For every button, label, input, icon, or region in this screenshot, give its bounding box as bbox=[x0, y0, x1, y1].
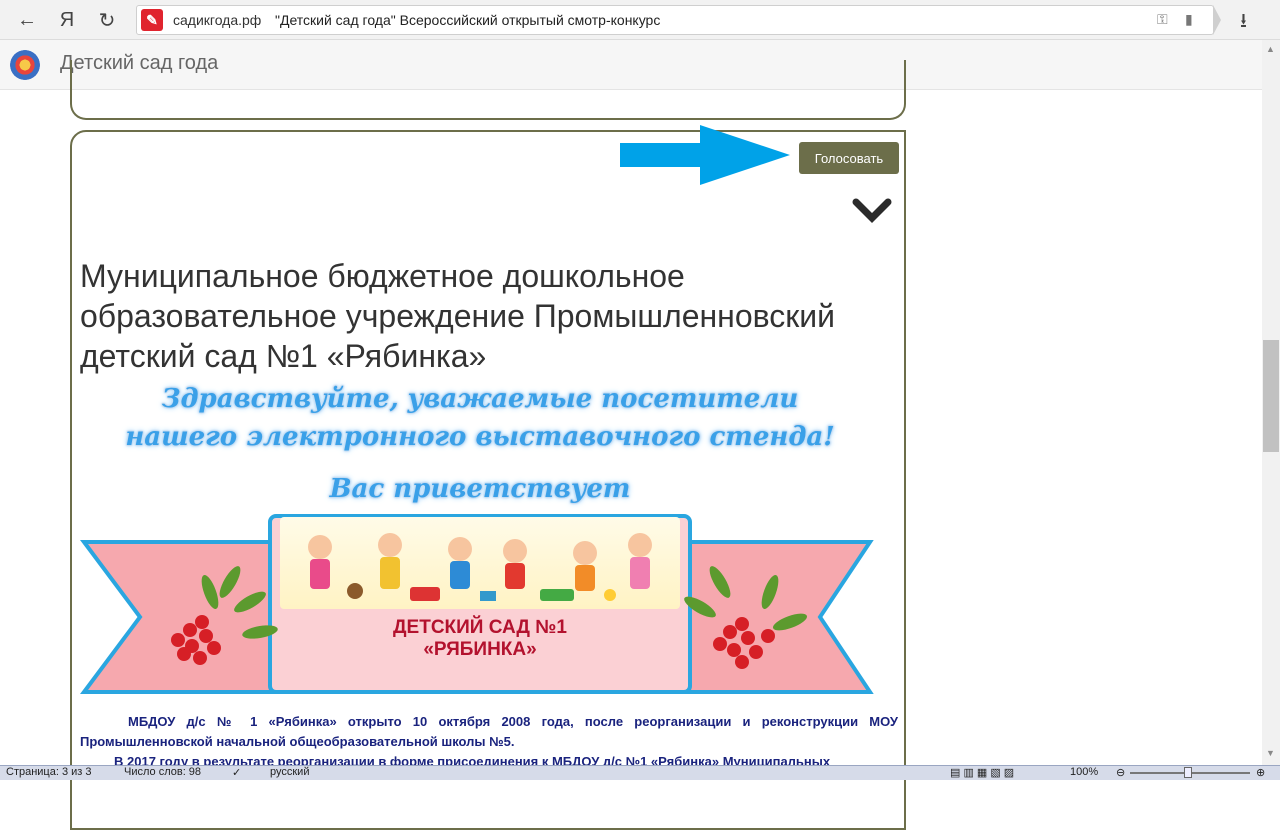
view-mode-icons[interactable]: ▤ ▥ ▦ ▧ ▨ bbox=[950, 766, 1014, 779]
download-icon[interactable]: ⭳ bbox=[1240, 6, 1247, 40]
key-icon[interactable]: ⚿ bbox=[1157, 11, 1168, 28]
ribbon-caption: ДЕТСКИЙ САД №1 «РЯБИНКА» bbox=[270, 617, 690, 661]
children-illustration bbox=[280, 517, 680, 609]
organization-title: Муниципальное бюджетное дошкольное образ… bbox=[80, 258, 836, 374]
zoom-out-icon[interactable]: ⊖ bbox=[1116, 766, 1125, 779]
ribbon-line-1: ДЕТСКИЙ САД №1 bbox=[393, 617, 567, 638]
site-favicon-icon: ✎ bbox=[141, 9, 163, 31]
page-scrollbar[interactable]: ▲ ▼ bbox=[1262, 40, 1280, 765]
chevron-down-icon[interactable] bbox=[852, 198, 892, 224]
greeting-line-1: Здравствуйте, уважаемые посетители bbox=[161, 384, 799, 414]
greeting-line-3: Вас приветствует bbox=[329, 474, 631, 504]
zoom-slider-knob[interactable] bbox=[1184, 767, 1192, 778]
reload-icon[interactable]: ↻ bbox=[94, 7, 120, 33]
welcome-banner: Здравствуйте, уважаемые посетители нашег… bbox=[80, 382, 880, 712]
yandex-icon[interactable]: Я bbox=[54, 7, 80, 33]
zoom-in-icon[interactable]: ⊕ bbox=[1256, 766, 1265, 779]
page-counter[interactable]: Страница: 3 из 3 bbox=[6, 766, 92, 778]
address-bar[interactable]: ✎ садикгода.рф "Детский сад года" Всерос… bbox=[136, 5, 1221, 35]
url-domain: садикгода.рф bbox=[173, 12, 262, 28]
greeting-line-2: нашего электронного выставочного стенда! bbox=[125, 422, 835, 452]
previous-card bbox=[70, 60, 906, 120]
pointer-arrow-icon bbox=[620, 125, 790, 185]
bookmark-icon[interactable]: ▮ bbox=[1185, 11, 1193, 28]
paragraph-1: МБДОУ д/с № 1 «Рябинка» открыто 10 октяб… bbox=[80, 714, 898, 749]
address-bar-tail bbox=[1213, 5, 1221, 35]
vote-button[interactable]: Голосовать bbox=[799, 142, 899, 174]
scroll-up-icon[interactable]: ▲ bbox=[1266, 44, 1275, 54]
word-status-bar: Страница: 3 из 3 Число слов: 98 ✓ русски… bbox=[0, 765, 1280, 780]
browser-toolbar: ← Я ↻ ✎ садикгода.рф "Детский сад года" … bbox=[0, 0, 1280, 40]
back-icon[interactable]: ← bbox=[14, 7, 40, 33]
ribbon-line-2: «РЯБИНКА» bbox=[423, 639, 537, 660]
kindergarten-card: Голосовать Муниципальное бюджетное дошко… bbox=[70, 125, 906, 830]
url-page-title: "Детский сад года" Всероссийский открыты… bbox=[275, 12, 661, 28]
spellcheck-icon[interactable]: ✓ bbox=[232, 766, 241, 779]
zoom-level[interactable]: 100% bbox=[1070, 766, 1098, 778]
scroll-thumb[interactable] bbox=[1263, 340, 1279, 452]
word-count[interactable]: Число слов: 98 bbox=[124, 766, 201, 778]
site-logo-icon[interactable] bbox=[10, 50, 40, 80]
description-paragraph: МБДОУ д/с № 1 «Рябинка» открыто 10 октяб… bbox=[80, 712, 898, 772]
scroll-down-icon[interactable]: ▼ bbox=[1266, 748, 1275, 758]
language-indicator[interactable]: русский bbox=[270, 766, 309, 778]
